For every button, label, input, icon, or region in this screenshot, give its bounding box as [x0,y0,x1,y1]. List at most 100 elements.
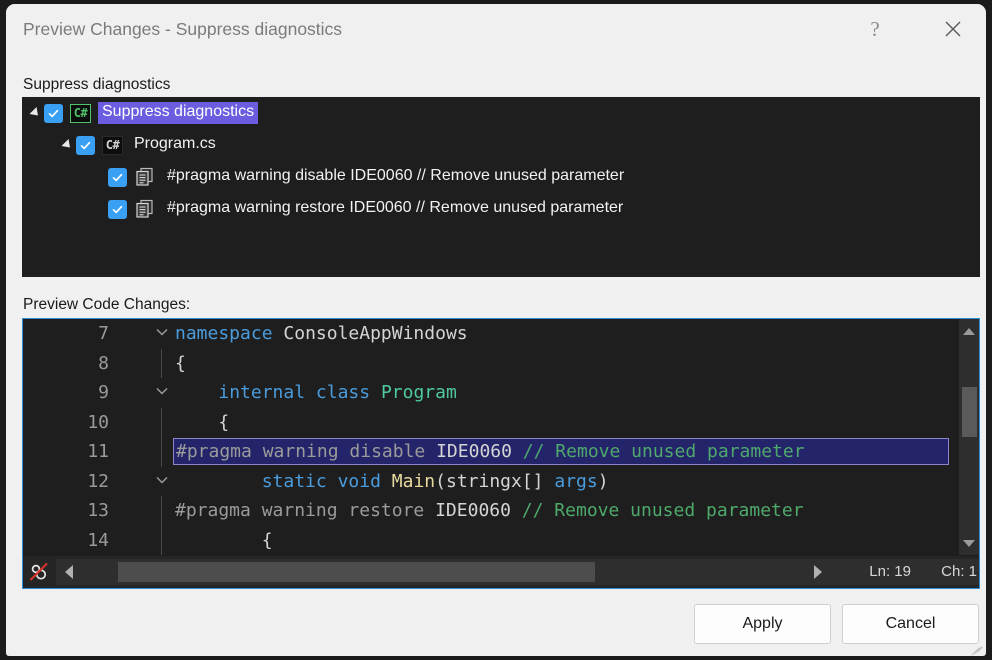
close-icon [945,21,961,37]
document-pages-glyph [136,199,153,218]
code-line[interactable]: 12 static void Main(stringx[] args) [23,467,979,497]
expander-spacer [92,169,108,185]
tree-row[interactable]: C# Program.cs [22,129,980,161]
line-number: 7 [98,323,109,344]
code-token: void [337,470,381,492]
row-checkbox[interactable] [44,103,63,123]
scroll-right-button[interactable] [807,559,829,585]
changes-tree[interactable]: C# Suppress diagnostics C# Program.cs #pragm… [22,97,980,277]
code-token: Main [391,470,436,492]
code-token: { [175,352,186,374]
code-line-text: #pragma warning restore IDE0060 // Remov… [175,496,804,526]
tree-row-label: #pragma warning disable IDE0060 // Remov… [167,167,625,184]
tree-row[interactable]: C# Suppress diagnostics [22,97,980,129]
triangle-expanded-icon [29,106,42,120]
expander-icon[interactable] [60,137,76,153]
code-line[interactable]: 9 internal class Program [23,378,979,408]
code-token: IDE0060 [436,441,523,462]
code-line-text: internal class Program [175,378,457,408]
code-change-icon [134,167,156,187]
selected-code-highlight: #pragma warning disable IDE0060 // Remov… [173,438,949,465]
checkmark-icon [80,141,91,149]
code-token: { [218,411,230,433]
tree-row-label: Suppress diagnostics [98,102,259,124]
question-mark-icon: ? [870,16,880,41]
tree-row-label: Program.cs [134,135,216,152]
triangle-down-icon [963,539,975,547]
scroll-left-button[interactable] [58,559,80,585]
code-line[interactable]: 7 namespace ConsoleAppWindows [23,319,979,349]
fold-toggle[interactable] [151,467,173,497]
code-token: namespace [175,323,273,344]
code-line[interactable]: 13 #pragma warning restore IDE0060 // Rem… [23,496,979,526]
expander-spacer [92,201,108,217]
scroll-up-button[interactable] [959,321,979,341]
cancel-button[interactable]: Cancel [842,604,979,644]
code-token: // Remove unused parameter [522,441,805,462]
row-checkbox[interactable] [108,167,127,187]
editor-vertical-scrollbar[interactable] [959,319,979,555]
tree-section-label: Suppress diagnostics [23,76,171,93]
checkmark-icon [112,205,123,213]
code-lines-container[interactable]: 7 namespace ConsoleAppWindows 8{9 internal… [23,319,979,555]
chevron-down-icon [156,328,168,336]
help-button[interactable]: ? [852,4,898,54]
scroll-down-button[interactable] [959,533,979,553]
column-indicator: Ch: 1 [941,563,977,580]
code-line-text: { [175,526,273,556]
line-number: 10 [87,411,109,433]
row-checkbox[interactable] [76,135,95,155]
vertical-scroll-thumb[interactable] [962,387,977,437]
indent-guide [161,496,162,526]
tree-row[interactable]: #pragma warning disable IDE0060 // Remov… [22,161,980,193]
apply-button[interactable]: Apply [694,604,831,644]
tree-row[interactable]: #pragma warning restore IDE0060 // Remov… [22,193,980,225]
code-line[interactable]: 11 #pragma warning disable IDE0060 // Rem… [23,437,979,467]
csharp-glyph: C# [102,135,123,155]
editor-status-bar: Ln: 19 Ch: 1 [23,556,979,588]
triangle-left-icon [65,565,73,579]
code-line[interactable]: 10 { [23,407,979,437]
code-token: Program [380,382,457,403]
indent-guide [161,348,162,378]
fold-toggle[interactable] [151,319,173,349]
codelens-disabled-icon[interactable] [24,557,54,587]
code-line-text: namespace ConsoleAppWindows [175,319,468,349]
code-token: // Remove unused parameter [521,500,804,521]
resize-grip[interactable] [968,639,984,656]
row-checkbox[interactable] [108,199,127,219]
close-button[interactable] [930,4,976,54]
code-token: #pragma warning restore [175,500,436,521]
code-token: class [315,382,371,403]
expander-icon[interactable] [28,105,44,121]
line-number: 9 [98,382,109,403]
horizontal-scroll-thumb[interactable] [118,562,595,582]
code-line[interactable]: 14 { [23,525,979,556]
code-token: stringx[] [445,470,555,492]
line-indicator: Ln: 19 [869,563,911,580]
tree-row-label: #pragma warning restore IDE0060 // Remov… [167,199,624,216]
chevron-down-icon [156,476,168,484]
checkmark-icon [48,109,59,117]
code-token: ( [435,470,446,492]
editor-horizontal-scrollbar[interactable]: Ln: 19 Ch: 1 [56,559,979,585]
code-token: args [554,470,598,492]
code-preview-editor[interactable]: 7 namespace ConsoleAppWindows 8{9 internal… [22,318,980,589]
indent-guide [161,407,162,437]
indent-guide [161,525,162,555]
csharp-icon: C# [70,103,91,123]
line-number: 14 [87,529,109,551]
code-line[interactable]: 8{ [23,348,979,378]
code-token: internal [218,382,306,403]
checkmark-icon [112,173,123,181]
code-line-text: static void Main(stringx[] args) [175,467,609,497]
fold-toggle[interactable] [151,378,173,408]
indent-guide [161,437,162,467]
